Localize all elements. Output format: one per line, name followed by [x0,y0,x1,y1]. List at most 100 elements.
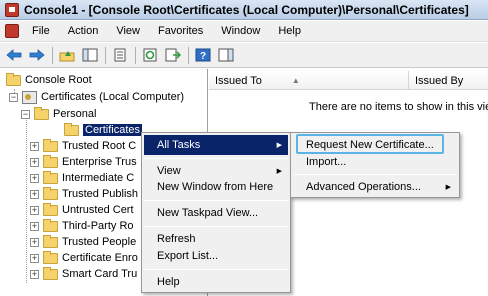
mmc-app-icon[interactable] [5,2,19,17]
tree-item-console-root[interactable]: Console Root [6,72,92,88]
column-issued-by[interactable]: Issued By [409,71,488,90]
show-hide-action-pane-icon[interactable] [216,46,235,65]
menu-item-label: New Window from Here [157,181,274,193]
menu-separator [144,158,288,159]
menu-action[interactable]: Action [59,25,108,37]
focus-highlight-outline [296,134,444,154]
folder-icon [43,186,58,200]
folder-icon [43,266,58,280]
tree-item-store[interactable]: + Intermediate C [30,170,134,186]
expand-toggle[interactable]: + [30,157,39,167]
menu-item-label: View [157,165,181,177]
expand-toggle[interactable]: + [30,189,39,199]
menu-item-all-tasks[interactable]: All Tasks ▶ [144,135,288,155]
expand-toggle[interactable]: + [30,269,39,279]
expand-toggle[interactable]: + [30,221,39,231]
help-icon[interactable]: ? [193,46,212,65]
menu-item-label: Export List... [157,250,219,262]
column-issued-to[interactable]: Issued To ▲ [209,71,409,90]
menu-bar: File Action View Favorites Window Help [0,21,488,42]
menu-separator [144,269,288,270]
submenu-arrow-icon: ▶ [445,184,451,191]
console-system-menu-icon[interactable] [5,24,19,38]
submenu-arrow-icon: ▶ [276,168,282,175]
title-bar: Console1 - [Console Root\Certificates (L… [0,0,488,20]
menu-item-label: All Tasks [157,139,201,151]
list-header: Issued To ▲ Issued By [209,71,488,90]
column-label: Issued By [415,74,464,87]
tree-item-label: Enterprise Trus [62,156,137,168]
menu-view[interactable]: View [107,25,149,37]
show-hide-tree-icon[interactable] [80,46,99,65]
expand-toggle[interactable]: + [30,173,39,183]
menu-item-label: New Taskpad View... [157,207,259,219]
sort-ascending-icon: ▲ [291,76,300,85]
tree-item-label-selected: Certificates [83,124,143,136]
toolbar: ? [0,43,488,68]
tree-item-store[interactable]: + Untrusted Cert [30,202,134,218]
menu-item-label: Advanced Operations... [306,181,421,193]
tree-item-store[interactable]: + Enterprise Trus [30,154,137,170]
folder-icon [43,218,58,232]
expand-toggle[interactable]: + [30,141,39,151]
tree-item-certificates[interactable]: Certificates [64,122,143,138]
empty-list-message: There are no items to show in this vie [309,101,488,113]
folder-icon [6,72,21,86]
toolbar-separator [52,46,53,64]
properties-icon[interactable] [110,46,129,65]
export-list-icon[interactable] [163,46,182,65]
folder-icon [43,234,58,248]
collapse-toggle[interactable]: − [21,109,30,119]
tree-item-label: Third-Party Ro [62,220,134,232]
tree-item-store[interactable]: + Smart Card Tru [30,266,137,282]
menu-help[interactable]: Help [269,25,310,37]
menu-separator [144,200,288,201]
tree-item-store[interactable]: + Certificate Enro [30,250,138,266]
tree-item-store[interactable]: + Trusted People [30,234,136,250]
tree-item-certificates-local-computer[interactable]: − Certificates (Local Computer) [9,89,184,105]
menu-item-help[interactable]: Help [144,272,288,292]
toolbar-separator [105,46,106,64]
folder-icon [43,138,58,152]
expand-toggle[interactable]: + [30,205,39,215]
svg-text:?: ? [199,51,205,62]
menu-item-new-window-from-here[interactable]: New Window from Here [144,177,288,197]
tree-item-label: Console Root [25,74,92,86]
menu-item-import[interactable]: Import... [293,152,457,172]
menu-favorites[interactable]: Favorites [149,25,212,37]
back-arrow-icon[interactable] [4,46,23,65]
forward-arrow-icon[interactable] [27,46,46,65]
tree-item-label: Personal [53,108,97,120]
folder-icon [43,170,58,184]
context-menu: All Tasks ▶ View ▶ New Window from Here … [141,132,291,293]
tree-item-store[interactable]: + Trusted Publish [30,186,138,202]
expand-toggle[interactable]: + [30,253,39,263]
menu-separator [293,174,457,175]
tree-item-label: Intermediate C [62,172,135,184]
folder-open-icon [64,122,79,136]
tree-item-store[interactable]: + Third-Party Ro [30,218,134,234]
up-folder-icon[interactable] [57,46,76,65]
window-title: Console1 - [Console Root\Certificates (L… [24,2,469,17]
menu-item-label: Refresh [157,233,196,245]
tree-item-store[interactable]: + Trusted Root C [30,138,136,154]
folder-icon [43,154,58,168]
tree-item-label: Trusted Publish [62,188,139,200]
tree-item-personal[interactable]: − Personal [21,106,96,122]
expand-toggle[interactable]: + [30,237,39,247]
tree-item-label: Smart Card Tru [62,268,138,280]
menu-item-advanced-operations[interactable]: Advanced Operations... ▶ [293,177,457,197]
menu-file[interactable]: File [23,25,59,37]
certificate-snapin-icon [22,90,37,104]
tree-item-label: Certificates (Local Computer) [41,91,185,103]
tree-item-label: Trusted Root C [62,140,137,152]
menu-item-label: Help [157,276,180,288]
folder-icon [43,202,58,216]
menu-item-new-taskpad-view[interactable]: New Taskpad View... [144,203,288,223]
menu-window[interactable]: Window [212,25,269,37]
refresh-icon[interactable] [140,46,159,65]
tree-item-label: Certificate Enro [62,252,138,264]
submenu-arrow-icon: ▶ [276,142,282,149]
collapse-toggle[interactable]: − [9,92,18,102]
menu-item-export-list[interactable]: Export List... [144,246,288,266]
